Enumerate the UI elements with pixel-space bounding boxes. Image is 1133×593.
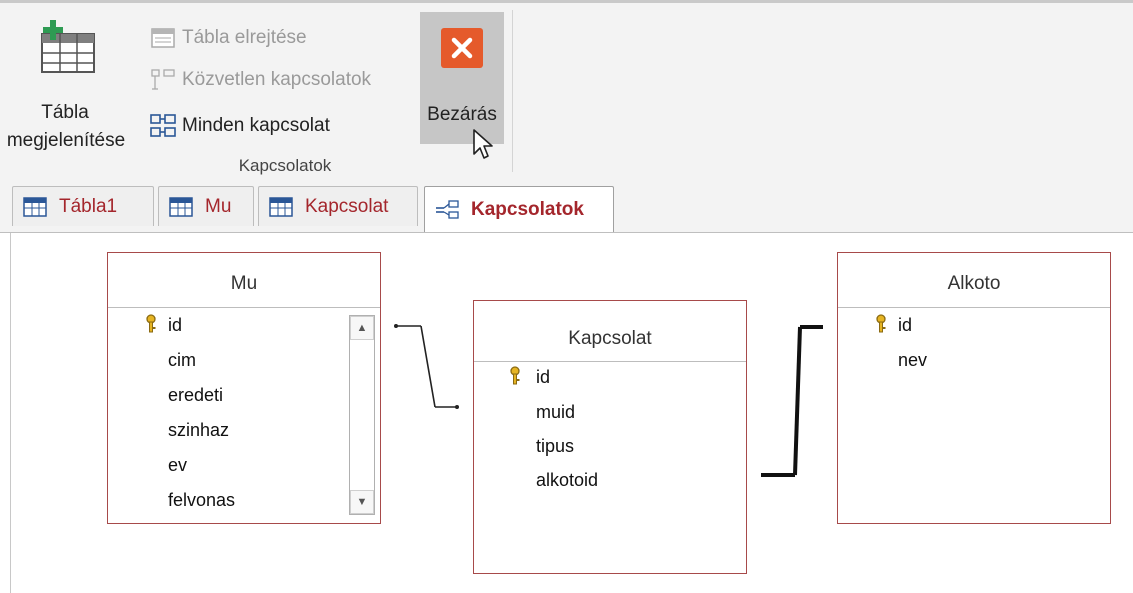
table-icon: [269, 196, 293, 217]
close-button[interactable]: Bezárás: [420, 12, 504, 144]
relationship-lines: [394, 324, 823, 477]
ribbon-group-separator: [512, 10, 513, 172]
all-relationships-icon: [150, 113, 176, 139]
direct-relationships-icon: [150, 67, 176, 93]
direct-relationships-button[interactable]: Közvetlen kapcsolatok: [150, 66, 371, 94]
direct-relationships-label: Közvetlen kapcsolatok: [182, 69, 372, 90]
tab-label: Kapcsolat: [305, 195, 389, 217]
tab-mu[interactable]: Mu: [158, 186, 254, 226]
ribbon: Tábla megjelenítése Tábla elrejtése Közv…: [0, 0, 1133, 180]
relationship-line-alkoto-kapcsolat[interactable]: [761, 325, 823, 477]
ribbon-top-border: [0, 0, 1133, 3]
tab-label: Tábla1: [59, 195, 118, 217]
relationships-group-label: Kapcsolatok: [238, 156, 332, 175]
close-label: Bezárás: [427, 104, 497, 125]
show-table-icon: [40, 20, 96, 81]
tab-kapcsolat[interactable]: Kapcsolat: [258, 186, 418, 226]
table-icon: [23, 196, 47, 217]
tab-kapcsolatok[interactable]: Kapcsolatok: [424, 186, 614, 232]
mouse-cursor-icon: [472, 128, 496, 167]
relationships-canvas[interactable]: Mu id cim eredeti szinhaz ev felvonas ▲ …: [10, 233, 1133, 593]
table-icon: [169, 196, 193, 217]
document-tab-bar: Tábla1 Mu Kapcsolat Kapcsolatok: [0, 180, 1133, 233]
all-relationships-label: Minden kapcsolat: [182, 115, 330, 136]
hide-table-button[interactable]: Tábla elrejtése: [150, 24, 307, 52]
tab-label: Kapcsolatok: [471, 198, 584, 220]
show-table-label-2: megjelenítése: [6, 130, 126, 151]
hide-table-label: Tábla elrejtése: [182, 27, 307, 48]
tab-tabla1[interactable]: Tábla1: [12, 186, 154, 226]
all-relationships-button[interactable]: Minden kapcsolat: [150, 112, 330, 140]
tab-label: Mu: [205, 195, 232, 217]
show-table-button[interactable]: Tábla megjelenítése: [0, 14, 140, 154]
hide-table-icon: [150, 25, 176, 51]
relationships-icon: [435, 199, 459, 220]
relationship-line-mu-kapcsolat[interactable]: [394, 324, 459, 409]
show-table-label-1: Tábla: [41, 102, 89, 123]
close-icon: [441, 28, 483, 68]
